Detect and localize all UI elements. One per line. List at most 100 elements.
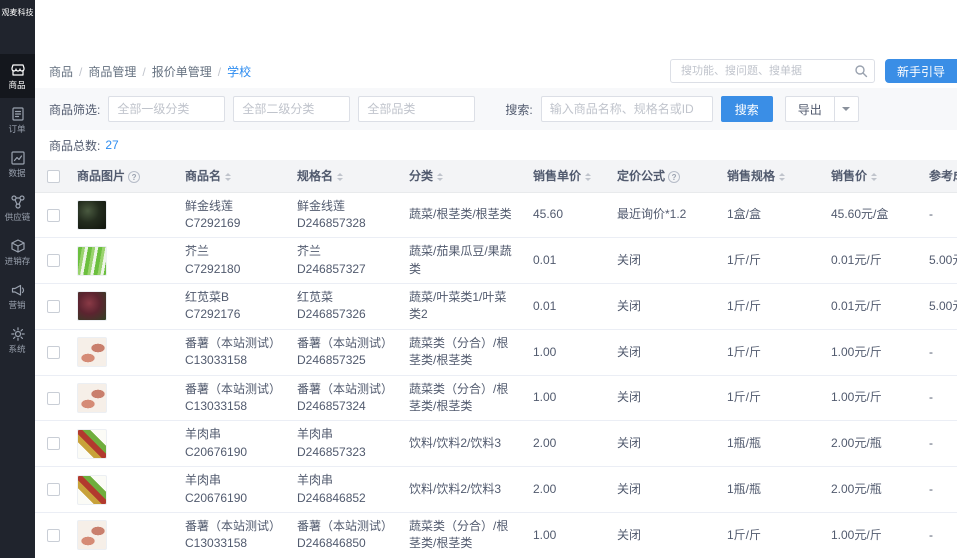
sidebar-item-orders[interactable]: 订单 [0, 98, 35, 142]
category-cell: 蔬菜/叶菜类1/叶菜类2 [401, 284, 525, 330]
app-logo: 观麦科技 [0, 0, 35, 18]
unit-price-cell: 1.00 [525, 512, 609, 558]
table-row: 鲜金线莲 C7292169 鲜金线莲 D246857328 蔬菜/根茎类/根茎类… [35, 192, 957, 238]
sale-price-cell: 1.00元/斤 [823, 375, 921, 421]
sort-icon[interactable] [779, 170, 785, 184]
table-row: 红苋菜B C7292176 红苋菜 D246857326 蔬菜/叶菜类1/叶菜类… [35, 284, 957, 330]
select-category-level-2[interactable]: 全部二级分类 [233, 96, 350, 122]
row-checkbox[interactable] [47, 529, 60, 542]
spec-name: 羊肉串 [297, 426, 393, 443]
sale-spec-cell: 1盒/盒 [719, 192, 823, 238]
col-sale-spec: 销售规格 [727, 169, 775, 183]
sale-spec-cell: 1瓶/瓶 [719, 421, 823, 467]
unit-price-cell: 0.01 [525, 238, 609, 284]
spec-code: D246857327 [297, 261, 393, 278]
product-name: 芥兰 [185, 243, 281, 260]
breadcrumb-goods[interactable]: 商品 [49, 63, 73, 80]
select-category-level-3[interactable]: 全部品类 [358, 96, 475, 122]
pricing-formula-cell: 关闭 [609, 512, 719, 558]
product-code: C13033158 [185, 352, 281, 369]
category-cell: 蔬菜/茄果瓜豆/果蔬类 [401, 238, 525, 284]
sort-icon[interactable] [871, 170, 877, 184]
col-product-name: 商品名 [185, 169, 221, 183]
row-checkbox[interactable] [47, 254, 60, 267]
orders-icon [10, 106, 26, 122]
unit-price-cell: 2.00 [525, 421, 609, 467]
row-checkbox[interactable] [47, 392, 60, 405]
export-dropdown-toggle[interactable] [835, 96, 859, 122]
pricing-formula-cell: 最近询价*1.2 [609, 192, 719, 238]
product-name: 番薯（本站测试） [185, 381, 281, 398]
row-checkbox[interactable] [47, 437, 60, 450]
page: 观麦科技 商品 订单 数据 供应链 进销存 [0, 0, 957, 558]
breadcrumb-quotation-management[interactable]: 报价单管理 [136, 63, 211, 80]
select-all-checkbox[interactable] [47, 170, 60, 183]
sidebar-item-marketing[interactable]: 营销 [0, 274, 35, 318]
product-image [77, 337, 107, 367]
filter-panel: 商品筛选: 全部一级分类 全部二级分类 全部品类 搜索: 搜索 导出 [35, 88, 957, 130]
help-icon[interactable]: ? [668, 171, 680, 183]
row-checkbox[interactable] [47, 209, 60, 222]
row-checkbox[interactable] [47, 483, 60, 496]
beginner-guide-button[interactable]: 新手引导 [885, 59, 957, 83]
breadcrumb-school[interactable]: 学校 [212, 63, 251, 80]
sort-icon[interactable] [337, 170, 343, 184]
product-name: 羊肉串 [185, 472, 281, 489]
breadcrumb: 商品 商品管理 报价单管理 学校 [49, 63, 251, 80]
search-icon[interactable] [854, 64, 868, 78]
sidebar-item-goods[interactable]: 商品 [0, 54, 35, 98]
search-button[interactable]: 搜索 [721, 96, 773, 122]
data-icon [10, 150, 26, 166]
product-name: 羊肉串 [185, 426, 281, 443]
spec-code: D246846850 [297, 535, 393, 552]
sidebar: 观麦科技 商品 订单 数据 供应链 进销存 [0, 0, 35, 558]
export-button[interactable]: 导出 [785, 96, 835, 122]
sidebar-item-data[interactable]: 数据 [0, 142, 35, 186]
help-icon[interactable]: ? [128, 171, 140, 183]
col-product-image: 商品图片 [77, 169, 125, 183]
sidebar-item-inventory[interactable]: 进销存 [0, 230, 35, 274]
total-count-label: 商品总数: [49, 137, 100, 154]
table-body: 鲜金线莲 C7292169 鲜金线莲 D246857328 蔬菜/根茎类/根茎类… [35, 192, 957, 558]
sale-spec-cell: 1斤/斤 [719, 375, 823, 421]
sale-price-cell: 2.00元/瓶 [823, 467, 921, 513]
pricing-formula-cell: 关闭 [609, 329, 719, 375]
unit-price-cell: 1.00 [525, 329, 609, 375]
product-image [77, 246, 107, 276]
sale-spec-cell: 1瓶/瓶 [719, 467, 823, 513]
topbar: 商品 商品管理 报价单管理 学校 新手引导 [35, 54, 957, 88]
col-spec-name: 规格名 [297, 169, 333, 183]
sidebar-item-system[interactable]: 系统 [0, 318, 35, 362]
table-row: 番薯（本站测试） C13033158 番薯（本站测试） D246857325 蔬… [35, 329, 957, 375]
category-cell: 蔬菜类（分合）/根茎类/根茎类 [401, 329, 525, 375]
spec-name: 鲜金线莲 [297, 198, 393, 215]
row-checkbox[interactable] [47, 346, 60, 359]
export-button-group: 导出 [785, 96, 859, 122]
product-code: C13033158 [185, 535, 281, 552]
spec-code: D246846852 [297, 490, 393, 507]
global-search-input[interactable] [670, 59, 875, 83]
product-image [77, 291, 107, 321]
category-cell: 饮料/饮料2/饮料3 [401, 467, 525, 513]
pricing-formula-cell: 关闭 [609, 238, 719, 284]
product-name: 番薯（本站测试） [185, 518, 281, 535]
product-search-input[interactable] [541, 96, 713, 122]
product-code: C7292176 [185, 306, 281, 323]
category-cell: 蔬菜/根茎类/根茎类 [401, 192, 525, 238]
unit-price-cell: 1.00 [525, 375, 609, 421]
sidebar-item-supply-chain[interactable]: 供应链 [0, 186, 35, 230]
chevron-down-icon [842, 107, 850, 115]
spec-code: D246857328 [297, 215, 393, 232]
sort-icon[interactable] [225, 170, 231, 184]
total-count-value: 27 [105, 138, 118, 152]
breadcrumb-goods-management[interactable]: 商品管理 [73, 63, 136, 80]
sort-icon[interactable] [437, 170, 443, 184]
main-content: 商品 商品管理 报价单管理 学校 新手引导 商品筛选: 全部一级分类 全部二级分… [35, 0, 957, 558]
product-name: 鲜金线莲 [185, 198, 281, 215]
topbar-right: 新手引导 [670, 59, 957, 83]
row-checkbox[interactable] [47, 300, 60, 313]
sort-icon[interactable] [585, 170, 591, 184]
table-row: 羊肉串 C20676190 羊肉串 D246857323 饮料/饮料2/饮料3 … [35, 421, 957, 467]
select-category-level-1[interactable]: 全部一级分类 [108, 96, 225, 122]
inventory-icon [10, 238, 26, 254]
